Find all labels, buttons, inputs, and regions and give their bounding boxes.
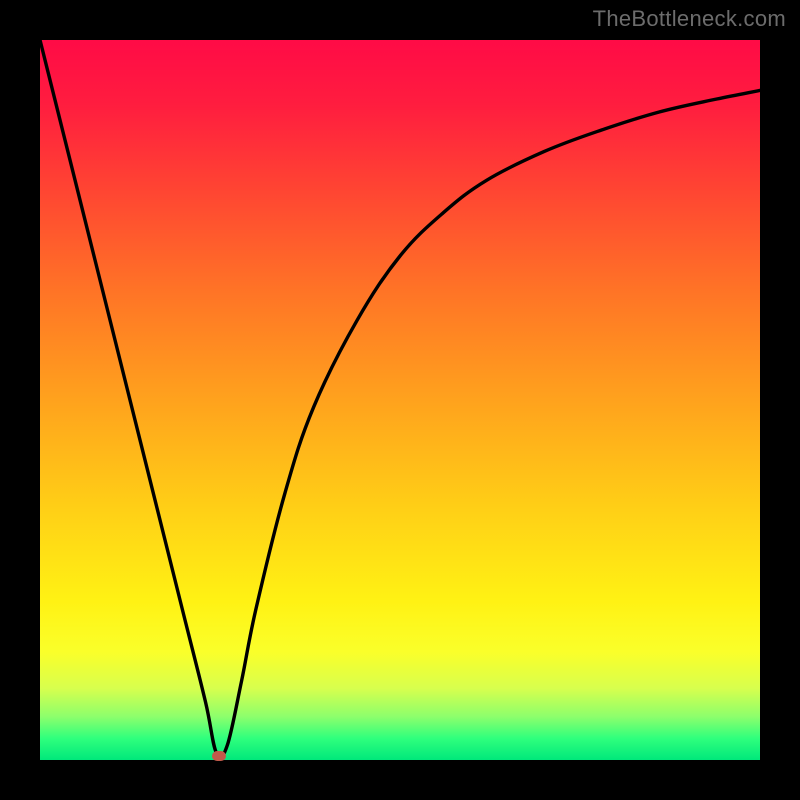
- optimum-marker: [212, 751, 226, 761]
- curve-path: [40, 40, 760, 757]
- bottleneck-curve: [40, 40, 760, 760]
- credit-watermark: TheBottleneck.com: [593, 6, 786, 32]
- chart-frame: TheBottleneck.com: [0, 0, 800, 800]
- plot-area: [40, 40, 760, 760]
